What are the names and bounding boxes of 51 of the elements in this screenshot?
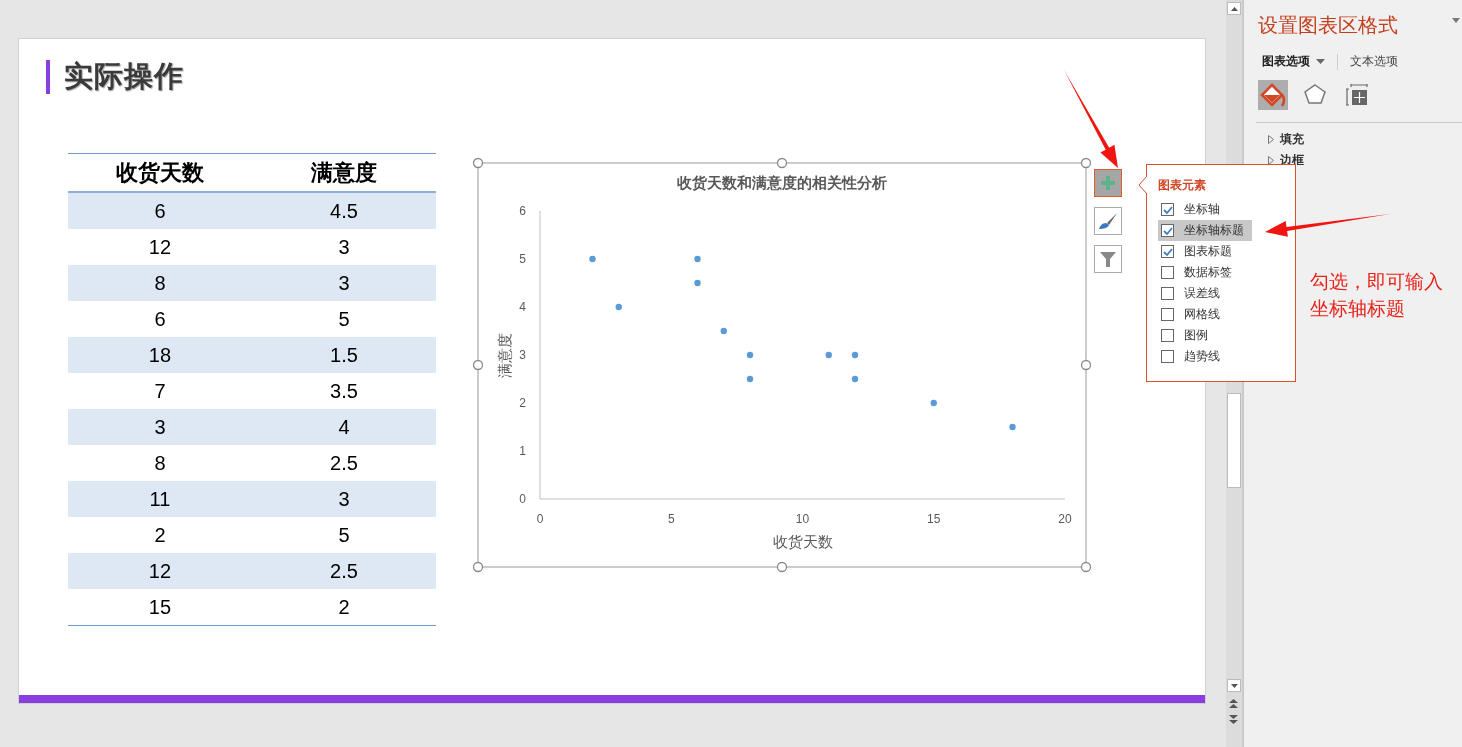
slide-title: 实际操作: [64, 59, 184, 94]
table-cell: 5: [251, 517, 436, 553]
axis-tick-label: 6: [519, 204, 526, 218]
table-cell: 6: [68, 192, 252, 229]
table-cell: 1.5: [251, 337, 436, 373]
option-label: 坐标轴标题: [1184, 222, 1244, 239]
option-label: 图表标题: [1184, 243, 1232, 260]
y-axis-title: 满意度: [496, 332, 513, 378]
table-cell: 12: [68, 553, 252, 589]
axis-tick-label: 0: [536, 512, 544, 526]
axis-tick-label: 15: [927, 512, 941, 526]
table-cell: 4: [251, 409, 436, 445]
table-cell: 2: [68, 517, 252, 553]
table-cell: 3: [251, 481, 436, 517]
axis-tick-label: 2: [519, 396, 526, 410]
table-cell: 2.5: [251, 445, 436, 481]
axis-tick-label: 10: [795, 512, 810, 526]
table-cell: 5: [251, 301, 436, 337]
table-cell: 12: [68, 229, 252, 265]
table-cell: 3: [251, 229, 436, 265]
table-cell: 8: [68, 445, 252, 481]
axis-tick-label: 4: [519, 300, 526, 314]
table-cell: 6: [68, 301, 252, 337]
option-label: 数据标签: [1184, 264, 1232, 281]
axis-tick-label: 3: [519, 348, 526, 362]
table-cell: 2: [251, 589, 436, 626]
option-label: 误差线: [1184, 285, 1220, 302]
option-label: 图例: [1184, 327, 1208, 344]
table-cell: 15: [68, 589, 252, 626]
option-label: 坐标轴: [1184, 201, 1220, 218]
axis-tick-label: 5: [519, 252, 526, 266]
axis-tick-label: 5: [667, 512, 675, 526]
axis-tick-label: 1: [519, 444, 526, 458]
axis-tick-label: 0: [519, 492, 526, 506]
popup-title: 图表元素: [1158, 177, 1207, 194]
table-cell: 7: [68, 373, 252, 409]
table-cell: 3.5: [251, 373, 436, 409]
table-cell: 8: [68, 265, 252, 301]
table-cell: 18: [68, 337, 252, 373]
chart-title: 收货天数和满意度的相关性分析: [677, 174, 887, 191]
axis-tick-label: 20: [1058, 512, 1072, 526]
annotation-text: 勾选，即可输入坐标轴标题: [1310, 270, 1444, 321]
pane-title: 设置图表区格式: [1258, 13, 1398, 38]
table-cell: 3: [68, 409, 252, 445]
option-label: 趋势线: [1184, 348, 1220, 365]
table-cell: 11: [68, 481, 252, 517]
x-axis-title: 收货天数: [772, 533, 833, 550]
table-cell: 2.5: [251, 553, 436, 589]
table-cell: 4.5: [251, 192, 436, 229]
option-label: 网格线: [1184, 306, 1220, 323]
table-cell: 3: [251, 265, 436, 301]
